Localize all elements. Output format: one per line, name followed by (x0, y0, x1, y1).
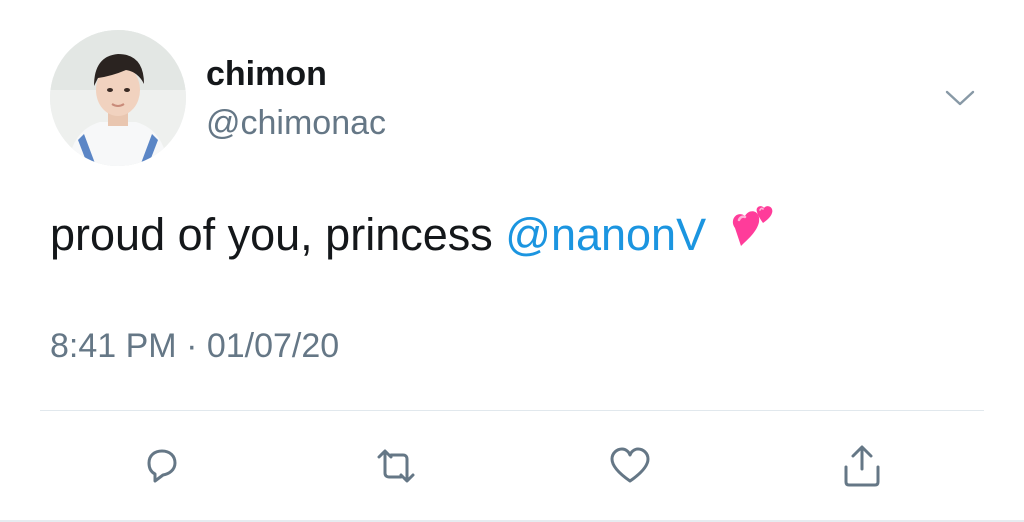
retweet-icon (377, 449, 415, 483)
heart-icon (610, 447, 650, 483)
user-handle[interactable]: @chimonac (206, 103, 386, 143)
reply-button[interactable] (136, 440, 188, 492)
mention-link[interactable]: @nanonV (505, 209, 706, 260)
retweet-button[interactable] (370, 440, 422, 492)
two-hearts-emoji (732, 206, 772, 246)
display-name[interactable]: chimon (206, 54, 327, 94)
avatar[interactable] (50, 30, 186, 166)
tweet-timestamp[interactable]: 8:41 PM · 01/07/20 (50, 326, 339, 366)
reply-icon (147, 449, 177, 483)
chevron-down-icon (945, 90, 975, 106)
avatar-image (50, 30, 186, 166)
divider (40, 410, 984, 411)
tweet-text: proud of you, princess @nanonV (50, 204, 779, 263)
tweet-body: proud of you, princess (50, 209, 506, 260)
share-icon (844, 445, 880, 487)
like-button[interactable] (604, 440, 656, 492)
more-options-button[interactable] (942, 84, 978, 112)
share-button[interactable] (836, 440, 888, 492)
